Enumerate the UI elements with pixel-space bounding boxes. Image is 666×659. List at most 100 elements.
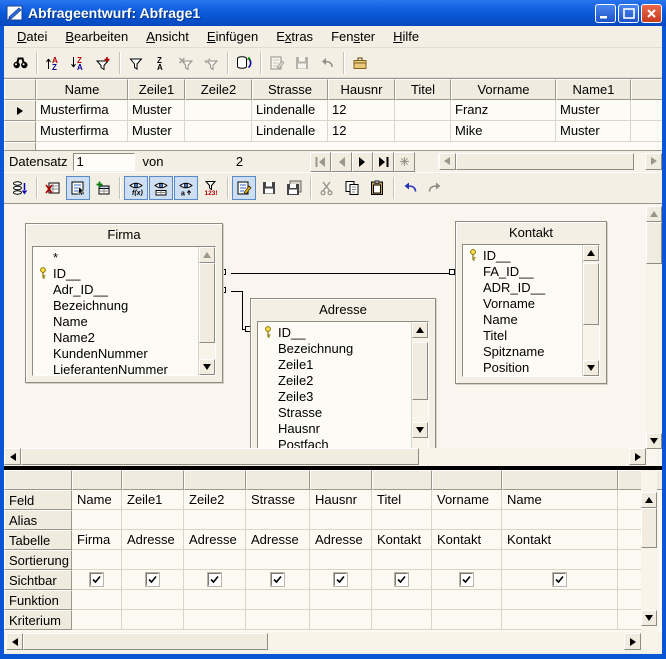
scrollbar-thumb[interactable] xyxy=(21,448,419,465)
cell[interactable]: Muster xyxy=(128,100,185,121)
table-box-kontakt[interactable]: Kontakt ID__ FA_ID__ ADR_ID__ Vorname Na… xyxy=(455,221,607,384)
scrollbar-thumb[interactable] xyxy=(199,263,215,343)
funktion-cell[interactable] xyxy=(432,590,502,610)
tabelle-cell[interactable]: Firma xyxy=(72,530,122,550)
menu-datei[interactable]: Datei xyxy=(8,27,56,46)
cell[interactable]: Mike xyxy=(451,121,556,142)
scroll-down-button[interactable] xyxy=(199,359,215,375)
cell[interactable]: Musterfirma xyxy=(36,100,128,121)
field-row[interactable]: Zeile2 xyxy=(258,372,411,388)
sortierung-cell[interactable] xyxy=(372,550,432,570)
minimize-button[interactable] xyxy=(595,4,616,23)
sichtbar-checkbox[interactable] xyxy=(90,573,103,586)
column-header[interactable]: Titel xyxy=(395,79,451,100)
funktion-cell[interactable] xyxy=(184,590,246,610)
field-row[interactable]: * xyxy=(33,249,198,265)
next-record-button[interactable] xyxy=(352,152,373,172)
field-row[interactable]: LieferantenNummer xyxy=(33,361,198,375)
scroll-up-button[interactable] xyxy=(199,247,215,263)
tabelle-cell[interactable]: Kontakt xyxy=(432,530,502,550)
sichtbar-checkbox[interactable] xyxy=(395,573,408,586)
undo-icon[interactable] xyxy=(398,176,422,200)
field-row[interactable]: Spitzname xyxy=(463,343,582,359)
kriterium-cell[interactable] xyxy=(72,610,122,630)
record-number-input[interactable] xyxy=(73,153,135,171)
field-row[interactable]: Zeile1 xyxy=(258,356,411,372)
sort-order-icon[interactable]: ZA xyxy=(149,51,173,75)
funktion-cell[interactable] xyxy=(502,590,618,610)
sichtbar-checkbox[interactable] xyxy=(208,573,221,586)
design-vertical-scrollbar[interactable] xyxy=(646,206,662,449)
feld-cell[interactable]: Name xyxy=(72,490,122,510)
cell[interactable]: Muster xyxy=(556,121,631,142)
find-record-icon[interactable] xyxy=(8,51,32,75)
sichtbar-checkbox[interactable] xyxy=(460,573,473,586)
cell[interactable] xyxy=(395,121,451,142)
scroll-up-button[interactable] xyxy=(412,322,428,338)
sichtbar-checkbox[interactable] xyxy=(271,573,284,586)
column-header[interactable]: Name xyxy=(36,79,128,100)
field-row[interactable]: Titel xyxy=(463,327,582,343)
table-row[interactable]: Musterfirma Muster Lindenalle 12 Mike Mu… xyxy=(4,121,662,142)
cell[interactable]: 12 xyxy=(328,121,395,142)
criteria-column-header[interactable] xyxy=(184,470,246,490)
scroll-down-button[interactable] xyxy=(646,433,662,449)
field-row[interactable]: Hausnr xyxy=(258,420,411,436)
alias-cell[interactable] xyxy=(432,510,502,530)
record-selector[interactable] xyxy=(4,142,36,150)
table-title[interactable]: Kontakt xyxy=(456,222,606,244)
criteria-horizontal-scrollbar[interactable] xyxy=(4,632,662,652)
record-selector-header[interactable] xyxy=(4,79,36,100)
field-row[interactable]: Name xyxy=(33,313,198,329)
run-query-icon[interactable] xyxy=(8,176,32,200)
field-row[interactable]: ID__ xyxy=(258,324,411,340)
scrollbar-thumb[interactable] xyxy=(583,263,599,325)
menu-extras[interactable]: Extras xyxy=(267,27,322,46)
funktion-cell[interactable] xyxy=(122,590,184,610)
scroll-down-button[interactable] xyxy=(641,610,657,626)
field-list-scrollbar[interactable] xyxy=(198,247,215,375)
title-bar[interactable]: Abfrageentwurf: Abfrage1 xyxy=(0,0,666,26)
sortierung-cell[interactable] xyxy=(246,550,310,570)
cell[interactable]: 12 xyxy=(328,100,395,121)
scroll-down-button[interactable] xyxy=(412,422,428,438)
sort-ascending-icon[interactable]: AZ xyxy=(41,51,65,75)
close-button[interactable] xyxy=(641,4,662,23)
distinct-values-icon[interactable]: 123! xyxy=(199,176,223,200)
field-row[interactable]: Bezeichnung xyxy=(258,340,411,356)
funktion-cell[interactable] xyxy=(372,590,432,610)
field-row[interactable]: ID__ xyxy=(33,265,198,281)
sortierung-cell[interactable] xyxy=(432,550,502,570)
alias-cell[interactable] xyxy=(72,510,122,530)
kriterium-cell[interactable] xyxy=(246,610,310,630)
alias-cell[interactable] xyxy=(122,510,184,530)
navigator-horizontal-scrollbar[interactable] xyxy=(437,153,662,171)
funktion-cell[interactable] xyxy=(618,590,641,610)
alias-icon[interactable]: a xyxy=(174,176,198,200)
feld-cell[interactable]: Hausnr xyxy=(310,490,372,510)
tabelle-cell[interactable]: Kontakt xyxy=(502,530,618,550)
paste-icon[interactable] xyxy=(365,176,389,200)
feld-cell[interactable] xyxy=(618,490,641,510)
save-as-icon[interactable] xyxy=(282,176,306,200)
column-header[interactable]: Name1 xyxy=(556,79,631,100)
new-record-button[interactable] xyxy=(394,152,415,172)
cell[interactable]: Muster xyxy=(556,100,631,121)
scrollbar-thumb[interactable] xyxy=(641,508,657,548)
kriterium-cell[interactable] xyxy=(310,610,372,630)
scroll-left-button[interactable] xyxy=(439,153,456,170)
alias-cell[interactable] xyxy=(246,510,310,530)
cut-icon[interactable] xyxy=(315,176,339,200)
sortierung-cell[interactable] xyxy=(618,550,641,570)
alias-cell[interactable] xyxy=(618,510,641,530)
kriterium-cell[interactable] xyxy=(184,610,246,630)
kriterium-cell[interactable] xyxy=(122,610,184,630)
autofilter-icon[interactable] xyxy=(91,51,115,75)
add-table-icon[interactable] xyxy=(91,176,115,200)
sortierung-cell[interactable] xyxy=(184,550,246,570)
scroll-left-button[interactable] xyxy=(6,633,23,650)
design-view-icon[interactable] xyxy=(66,176,90,200)
current-record-marker[interactable] xyxy=(4,100,36,121)
menu-fenster[interactable]: Fenster xyxy=(322,27,384,46)
kriterium-cell[interactable] xyxy=(372,610,432,630)
